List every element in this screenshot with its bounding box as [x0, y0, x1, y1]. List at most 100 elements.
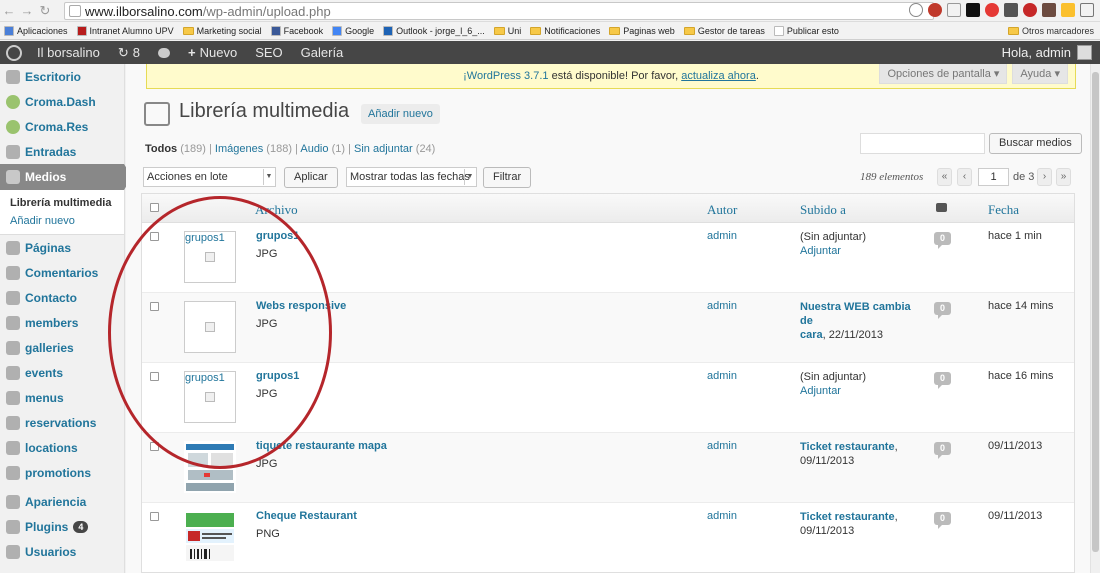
attached-post-link[interactable]: Nuestra WEB cambia de — [800, 301, 911, 327]
attach-link[interactable]: Adjuntar — [800, 385, 841, 397]
bulk-actions-select[interactable]: Acciones en lote ▼ — [143, 167, 276, 187]
sidebar-item-reservations[interactable]: reservations — [0, 410, 124, 435]
bookmark-item[interactable]: Facebook — [270, 25, 323, 36]
attached-post-link[interactable]: Ticket restaurante — [800, 441, 895, 453]
adblock-icon[interactable] — [928, 3, 942, 17]
author-link[interactable]: admin — [707, 440, 737, 452]
reload-icon[interactable]: ↻ — [36, 3, 54, 19]
bookmark-item[interactable]: Outlook - jorge_l_6_... — [383, 25, 485, 36]
row-checkbox[interactable] — [150, 442, 159, 451]
scrollbar-thumb[interactable] — [1092, 72, 1099, 552]
sidebar-item-croma-dash[interactable]: Croma.Dash — [0, 89, 124, 114]
back-icon[interactable]: ← — [0, 3, 18, 18]
sidebar-item-locations[interactable]: locations — [0, 435, 124, 460]
sidebar-item-entradas[interactable]: Entradas — [0, 139, 124, 164]
account-menu[interactable]: Hola, admin — [1002, 41, 1092, 64]
filter-button[interactable]: Filtrar — [483, 167, 532, 188]
thumbnail[interactable]: grupos1 — [184, 231, 236, 283]
attached-post-link[interactable]: Ticket restaurante — [800, 511, 895, 523]
forward-icon[interactable]: → — [18, 3, 36, 18]
author-link[interactable]: admin — [707, 300, 737, 312]
seo-item[interactable]: SEO — [246, 41, 291, 64]
bookmark-item[interactable]: Intranet Alumno UPV — [76, 25, 174, 36]
comment-count-badge[interactable]: 0 — [934, 302, 951, 319]
search-media-button[interactable]: Buscar medios — [989, 133, 1082, 154]
bookmark-item[interactable]: Gestor de tareas — [683, 26, 765, 36]
date-filter-select[interactable]: Mostrar todas las fechas ▼ — [346, 167, 477, 187]
sidebar-item-promotions[interactable]: promotions — [0, 460, 124, 485]
extension-yellow-icon[interactable] — [1061, 3, 1075, 17]
thumbnail[interactable]: grupos1 — [184, 371, 236, 423]
thumbnail[interactable] — [184, 301, 236, 353]
comment-count-badge[interactable]: 0 — [934, 372, 951, 389]
row-checkbox[interactable] — [150, 372, 159, 381]
screen-options-button[interactable]: Opciones de pantalla ▾ — [879, 64, 1008, 84]
add-new-button[interactable]: Añadir nuevo — [361, 104, 440, 124]
search-media-input[interactable] — [860, 133, 985, 154]
next-page-button[interactable]: › — [1037, 168, 1052, 186]
sidebar-item-menus[interactable]: menus — [0, 385, 124, 410]
column-file[interactable]: Archivo — [255, 202, 298, 218]
filter-images[interactable]: Imágenes — [215, 143, 263, 155]
extension-color-icon[interactable] — [985, 3, 999, 17]
wordpress-logo-icon[interactable] — [6, 44, 22, 61]
author-link[interactable]: admin — [707, 510, 737, 522]
thumbnail[interactable] — [184, 511, 236, 563]
extension-gray-icon[interactable] — [1004, 3, 1018, 17]
sidebar-item-galleries[interactable]: galleries — [0, 335, 124, 360]
address-bar[interactable]: www.ilborsalino.com/wp-admin/upload.php — [64, 2, 934, 20]
prev-page-button[interactable]: ‹ — [957, 168, 972, 186]
bookmark-item[interactable]: Marketing social — [182, 26, 262, 36]
row-checkbox[interactable] — [150, 302, 159, 311]
file-title-link[interactable]: Cheque Restaurant — [256, 510, 456, 522]
update-now-link[interactable]: actualiza ahora — [681, 70, 756, 82]
first-page-button[interactable]: « — [937, 168, 952, 186]
column-date[interactable]: Fecha — [988, 202, 1019, 218]
bookmark-item[interactable]: Google — [332, 25, 374, 36]
sidebar-item-apariencia[interactable]: Apariencia — [0, 489, 124, 514]
comment-count-badge[interactable]: 0 — [934, 442, 951, 459]
last-page-button[interactable]: » — [1056, 168, 1071, 186]
comment-count-badge[interactable]: 0 — [934, 512, 951, 529]
sidebar-item-medios[interactable]: Medios — [0, 164, 132, 190]
extension-black-icon[interactable] — [966, 3, 980, 17]
file-title-link[interactable]: grupos1 — [256, 230, 456, 242]
bookmark-item[interactable]: Uni — [493, 26, 521, 36]
sidebar-item-escritorio[interactable]: Escritorio — [0, 64, 124, 89]
author-link[interactable]: admin — [707, 230, 737, 242]
bookmark-item[interactable]: Aplicaciones — [4, 25, 68, 36]
sidebar-item-members[interactable]: members — [0, 310, 124, 335]
updates-item[interactable]: ↻ 8 — [109, 41, 149, 64]
attach-link[interactable]: Adjuntar — [800, 245, 841, 257]
bookmark-item[interactable]: Notificaciones — [530, 26, 600, 36]
file-title-link[interactable]: Webs responsive — [256, 300, 456, 312]
row-checkbox[interactable] — [150, 512, 159, 521]
menu-icon[interactable] — [1080, 3, 1094, 17]
sidebar-item-croma-res[interactable]: Croma.Res — [0, 114, 124, 139]
apply-button[interactable]: Aplicar — [284, 167, 338, 188]
sidebar-item-comentarios[interactable]: Comentarios — [0, 260, 124, 285]
site-name[interactable]: Il borsalino — [28, 41, 109, 64]
submenu-add-new[interactable]: Añadir nuevo — [10, 212, 124, 230]
select-all-checkbox[interactable] — [150, 203, 159, 212]
opera-icon[interactable] — [1023, 3, 1037, 17]
sidebar-item-p-ginas[interactable]: Páginas — [0, 235, 124, 260]
author-link[interactable]: admin — [707, 370, 737, 382]
gallery-item[interactable]: Galería — [292, 41, 353, 64]
vertical-scrollbar[interactable] — [1090, 64, 1100, 573]
thumbnail[interactable] — [184, 441, 236, 493]
zoom-icon[interactable] — [909, 3, 923, 17]
bookmark-item[interactable]: Publicar esto — [773, 25, 839, 36]
sidebar-item-contacto[interactable]: Contacto — [0, 285, 124, 310]
comment-count-badge[interactable]: 0 — [934, 232, 951, 249]
other-bookmarks[interactable]: Otros marcadores — [1007, 26, 1094, 36]
submenu-media-library[interactable]: Librería multimedia — [10, 194, 124, 212]
column-uploaded-to[interactable]: Subido a — [800, 202, 846, 218]
sidebar-item-events[interactable]: events — [0, 360, 124, 385]
new-item[interactable]: + Nuevo — [179, 41, 246, 64]
sidebar-item-usuarios[interactable]: Usuarios — [0, 539, 124, 564]
filter-audio[interactable]: Audio — [300, 143, 328, 155]
filter-all[interactable]: Todos — [145, 143, 177, 155]
attached-post-link-cont[interactable]: cara — [800, 329, 823, 341]
bookmark-item[interactable]: Paginas web — [609, 26, 675, 36]
